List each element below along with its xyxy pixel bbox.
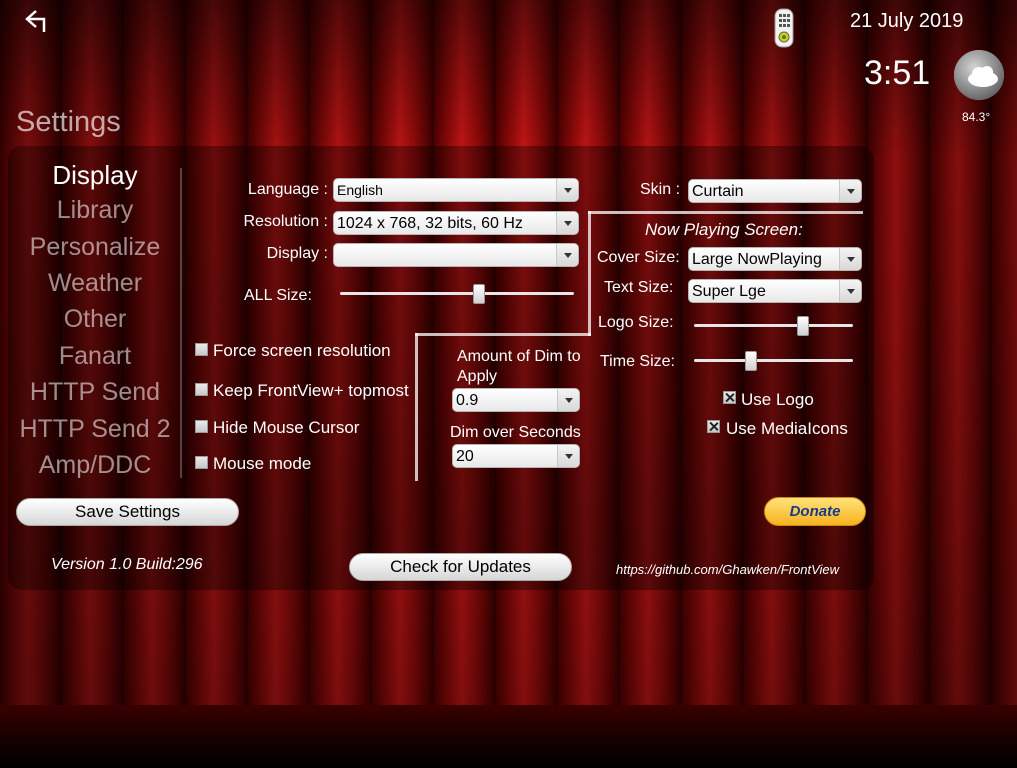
topmost-label: Keep FrontView+ topmost bbox=[213, 381, 409, 400]
text-size-label: Text Size: bbox=[604, 279, 674, 296]
category-divider bbox=[180, 168, 182, 478]
cover-size-label: Cover Size: bbox=[597, 249, 680, 266]
skin-value: Curtain bbox=[692, 183, 744, 200]
chevron-down-icon[interactable] bbox=[556, 179, 578, 201]
skin-select[interactable]: Curtain bbox=[688, 179, 862, 203]
use-logo-label: Use Logo bbox=[741, 390, 814, 409]
check-updates-button[interactable]: Check for Updates bbox=[349, 553, 572, 581]
donate-button[interactable]: Donate bbox=[764, 497, 866, 526]
category-fanart[interactable]: Fanart bbox=[5, 342, 185, 371]
text-size-value: Super Lge bbox=[692, 283, 766, 300]
category-http-send[interactable]: HTTP Send bbox=[5, 378, 185, 407]
use-mediaicons-checkbox[interactable] bbox=[707, 420, 720, 433]
display-label: Display : bbox=[266, 245, 328, 262]
category-http-send-2[interactable]: HTTP Send 2 bbox=[5, 415, 185, 444]
hide-cursor-checkbox[interactable] bbox=[195, 420, 208, 433]
language-value: English bbox=[337, 182, 383, 198]
chevron-down-icon[interactable] bbox=[556, 212, 578, 234]
dim-seconds-select[interactable]: 20 bbox=[452, 444, 580, 468]
mouse-mode-label: Mouse mode bbox=[213, 454, 312, 473]
page-title: Settings bbox=[16, 106, 121, 138]
chevron-down-icon[interactable] bbox=[839, 280, 861, 302]
skin-label: Skin : bbox=[640, 181, 681, 198]
dim-seconds-value: 20 bbox=[456, 448, 474, 465]
hide-cursor-label: Hide Mouse Cursor bbox=[213, 418, 360, 437]
language-select[interactable]: English bbox=[333, 178, 579, 202]
github-link[interactable]: https://github.com/Ghawken/FrontView bbox=[616, 562, 839, 577]
version-text: Version 1.0 Build:296 bbox=[51, 556, 203, 573]
category-library[interactable]: Library bbox=[5, 196, 185, 225]
time-size-slider[interactable] bbox=[694, 351, 853, 371]
cover-size-select[interactable]: Large NowPlaying bbox=[688, 247, 862, 271]
clock-display: 3:51 bbox=[864, 54, 931, 92]
slider-thumb[interactable] bbox=[745, 351, 757, 371]
all-size-slider[interactable] bbox=[340, 284, 574, 304]
chevron-down-icon[interactable] bbox=[839, 248, 861, 270]
use-mediaicons-label: Use MediaIcons bbox=[726, 419, 848, 438]
category-display[interactable]: Display bbox=[5, 160, 185, 191]
category-weather[interactable]: Weather bbox=[5, 269, 185, 298]
dim-amount-select[interactable]: 0.9 bbox=[452, 388, 580, 412]
back-arrow-icon[interactable] bbox=[22, 8, 50, 34]
stage-floor bbox=[0, 705, 1017, 768]
chevron-down-icon[interactable] bbox=[557, 389, 579, 411]
resolution-label: Resolution : bbox=[243, 213, 329, 230]
chevron-down-icon[interactable] bbox=[556, 244, 578, 266]
resolution-select[interactable]: 1024 x 768, 32 bits, 60 Hz bbox=[333, 211, 579, 235]
all-size-label: ALL Size: bbox=[244, 287, 312, 304]
skin-separator-top bbox=[588, 211, 863, 214]
slider-thumb[interactable] bbox=[797, 316, 809, 336]
use-logo-checkbox[interactable] bbox=[723, 391, 736, 404]
resolution-value: 1024 x 768, 32 bits, 60 Hz bbox=[337, 215, 523, 232]
language-label: Language : bbox=[247, 181, 328, 198]
dim-separator-left bbox=[415, 333, 418, 481]
cover-size-value: Large NowPlaying bbox=[692, 251, 822, 268]
force-resolution-label: Force screen resolution bbox=[213, 341, 391, 360]
dim-seconds-label: Dim over Seconds bbox=[450, 424, 581, 441]
temperature-display: 84.3° bbox=[962, 110, 991, 124]
chevron-down-icon[interactable] bbox=[839, 180, 861, 202]
logo-size-label: Logo Size: bbox=[598, 314, 674, 331]
slider-track bbox=[694, 359, 853, 362]
category-amp-ddc[interactable]: Amp/DDC bbox=[5, 451, 185, 480]
save-settings-button[interactable]: Save Settings bbox=[16, 498, 239, 526]
force-resolution-checkbox[interactable] bbox=[195, 343, 208, 356]
chevron-down-icon[interactable] bbox=[557, 445, 579, 467]
slider-track bbox=[340, 292, 574, 295]
slider-track bbox=[694, 324, 853, 327]
category-personalize[interactable]: Personalize bbox=[5, 233, 185, 262]
logo-size-slider[interactable] bbox=[694, 316, 853, 336]
weather-cloudy-night-icon[interactable] bbox=[952, 48, 1006, 102]
remote-control-icon[interactable] bbox=[773, 8, 795, 48]
dim-amount-label: Amount of Dim to Apply bbox=[457, 348, 581, 385]
time-size-label: Time Size: bbox=[600, 353, 675, 370]
dim-amount-value: 0.9 bbox=[456, 392, 479, 409]
dim-separator-top bbox=[415, 333, 591, 336]
text-size-select[interactable]: Super Lge bbox=[688, 279, 862, 303]
now-playing-heading: Now Playing Screen: bbox=[645, 220, 803, 239]
date-display: 21 July 2019 bbox=[850, 10, 964, 32]
category-other[interactable]: Other bbox=[5, 305, 185, 334]
slider-thumb[interactable] bbox=[473, 284, 485, 304]
skin-separator-left bbox=[588, 211, 591, 336]
mouse-mode-checkbox[interactable] bbox=[195, 456, 208, 469]
topmost-checkbox[interactable] bbox=[195, 383, 208, 396]
display-select[interactable] bbox=[333, 243, 579, 267]
